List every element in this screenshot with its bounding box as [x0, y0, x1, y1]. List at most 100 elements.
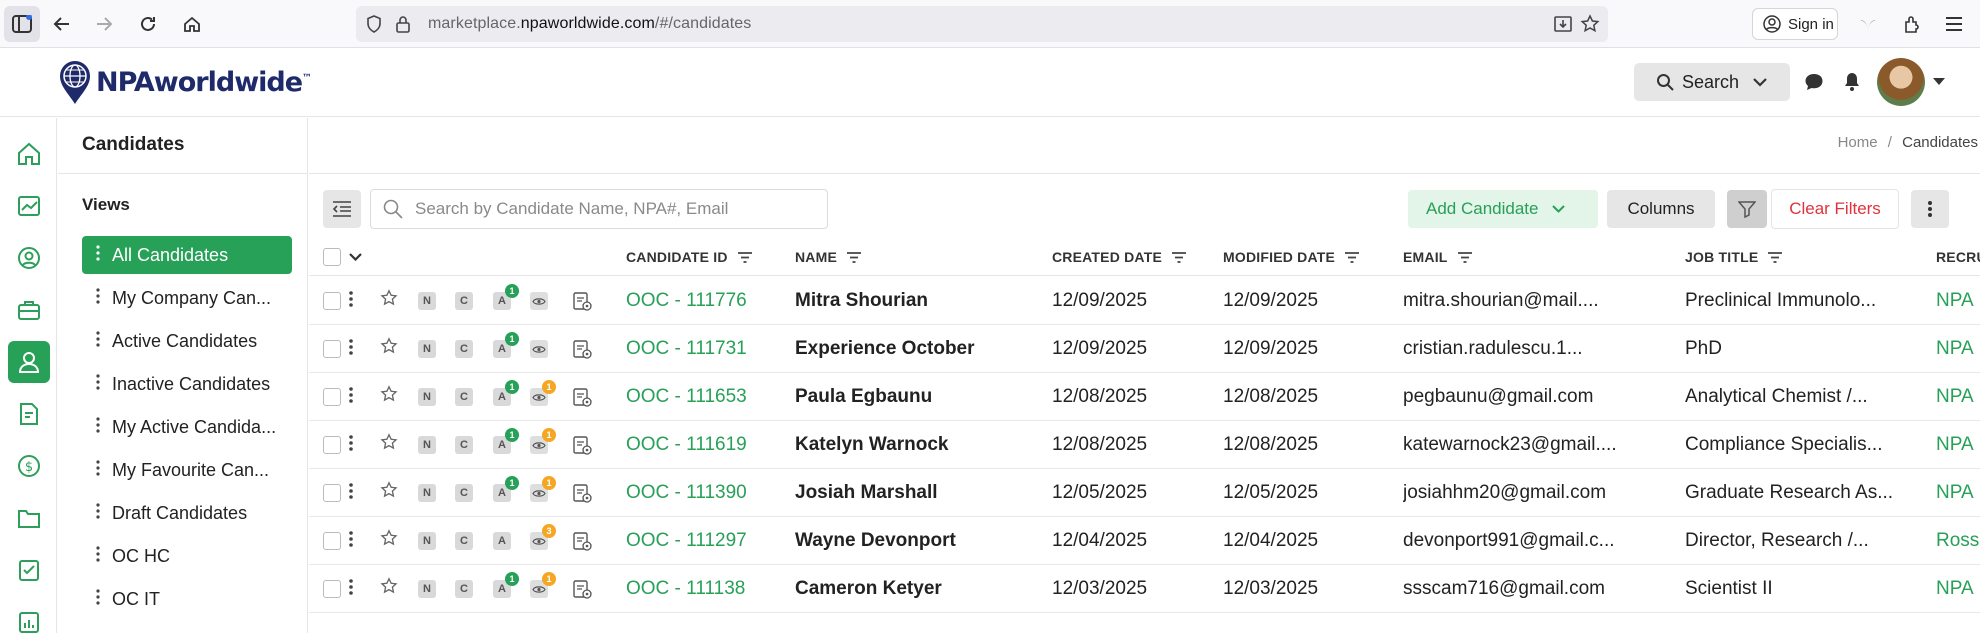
tag-c-badge[interactable]: C	[455, 340, 473, 358]
tag-n-badge[interactable]: N	[418, 340, 436, 358]
tag-a-badge[interactable]: A1	[493, 284, 519, 310]
view-item[interactable]: My Favourite Can...	[82, 451, 292, 489]
rail-candidates-icon[interactable]	[8, 341, 50, 383]
chat-icon[interactable]	[1803, 71, 1825, 93]
signin-button[interactable]: Sign in	[1752, 8, 1838, 40]
candidate-email[interactable]: ssscam716@gmail.com	[1403, 565, 1678, 612]
table-row[interactable]: N C A 1 OOC - 111731 Experience October 12/09/…	[309, 325, 1980, 373]
drag-handle-icon[interactable]	[92, 244, 104, 266]
eye-icon[interactable]	[530, 340, 548, 358]
row-actions-kebab-icon[interactable]	[349, 578, 353, 601]
profile-card-icon[interactable]	[572, 579, 592, 604]
select-all-checkbox[interactable]	[323, 248, 341, 266]
tag-a-badge[interactable]: A1	[493, 332, 519, 358]
eye-icon[interactable]: 1	[530, 476, 556, 502]
lock-icon[interactable]	[396, 15, 410, 38]
candidate-id-link[interactable]: OOC - 111138	[626, 565, 786, 612]
download-icon[interactable]	[1554, 15, 1572, 38]
drag-handle-icon[interactable]	[92, 416, 104, 438]
header-created-date[interactable]: CREATED DATE	[1052, 238, 1186, 276]
candidate-email[interactable]: devonport991@gmail.c...	[1403, 517, 1678, 564]
row-checkbox[interactable]	[323, 388, 341, 406]
table-row[interactable]: N C A 1 1 OOC - 111390 Josiah Marshall 12/05/20…	[309, 469, 1980, 517]
header-name[interactable]: NAME	[795, 238, 862, 276]
tag-n-badge[interactable]: N	[418, 388, 436, 406]
profile-card-icon[interactable]	[572, 387, 592, 412]
row-actions-kebab-icon[interactable]	[349, 386, 353, 409]
view-item[interactable]: Inactive Candidates	[82, 365, 292, 403]
row-actions-kebab-icon[interactable]	[349, 434, 353, 457]
row-checkbox[interactable]	[323, 436, 341, 454]
rail-folder-icon[interactable]	[8, 497, 50, 539]
row-actions-kebab-icon[interactable]	[349, 338, 353, 361]
candidate-id-link[interactable]: OOC - 111731	[626, 325, 786, 372]
rail-jobs-icon[interactable]	[8, 289, 50, 331]
view-item[interactable]: Draft Candidates	[82, 494, 292, 532]
npaworldwide-logo[interactable]: NPAworldwide™	[58, 59, 312, 105]
favourite-star-icon[interactable]	[380, 577, 398, 600]
candidate-name[interactable]: Mitra Shourian	[795, 277, 1045, 324]
back-icon[interactable]	[48, 10, 76, 38]
bookmark-star-icon[interactable]	[1580, 14, 1600, 39]
header-modified-date[interactable]: MODIFIED DATE	[1223, 238, 1360, 276]
rail-dashboard-icon[interactable]	[8, 185, 50, 227]
view-item[interactable]: My Active Candida...	[82, 408, 292, 446]
table-row[interactable]: N C A 1 OOC - 111776 Mitra Shourian 12/09/2025…	[309, 277, 1980, 325]
candidate-id-link[interactable]: OOC - 111619	[626, 421, 786, 468]
candidate-name[interactable]: Experience October	[795, 325, 1045, 372]
eye-icon[interactable]	[530, 292, 548, 310]
drag-handle-icon[interactable]	[92, 588, 104, 610]
candidate-name[interactable]: Wayne Devonport	[795, 517, 1045, 564]
recruiter-name[interactable]: NPA	[1936, 373, 1980, 420]
tag-c-badge[interactable]: C	[455, 292, 473, 310]
view-item[interactable]: My Company Can...	[82, 279, 292, 317]
drag-handle-icon[interactable]	[92, 287, 104, 309]
favourite-star-icon[interactable]	[380, 385, 398, 408]
home-icon[interactable]	[178, 10, 206, 38]
eye-icon[interactable]: 1	[530, 380, 556, 406]
profile-card-icon[interactable]	[572, 435, 592, 460]
toggle-views-panel-button[interactable]	[323, 190, 361, 228]
header-candidate-id[interactable]: CANDIDATE ID	[626, 238, 752, 276]
candidate-name[interactable]: Josiah Marshall	[795, 469, 1045, 516]
tag-c-badge[interactable]: C	[455, 580, 473, 598]
header-job-title[interactable]: JOB TITLE	[1685, 238, 1783, 276]
bulk-chevron-down-icon[interactable]	[349, 238, 362, 276]
row-actions-kebab-icon[interactable]	[349, 482, 353, 505]
view-item[interactable]: OC IT	[82, 580, 292, 618]
candidate-email[interactable]: pegbaunu@gmail.com	[1403, 373, 1678, 420]
candidate-name[interactable]: Katelyn Warnock	[795, 421, 1045, 468]
candidate-id-link[interactable]: OOC - 111390	[626, 469, 786, 516]
candidate-email[interactable]: mitra.shourian@mail....	[1403, 277, 1678, 324]
table-row[interactable]: N C A 1 1 OOC - 111653 Paula Egbaunu 12/08/2025…	[309, 373, 1980, 421]
shield-icon[interactable]	[366, 15, 382, 38]
candidate-email[interactable]: katewarnock23@gmail....	[1403, 421, 1678, 468]
filter-button[interactable]	[1727, 190, 1767, 228]
candidate-name[interactable]: Paula Egbaunu	[795, 373, 1045, 420]
bell-icon[interactable]	[1841, 71, 1863, 93]
recruiter-name[interactable]: NPA	[1936, 469, 1980, 516]
tag-n-badge[interactable]: N	[418, 580, 436, 598]
recruiter-name[interactable]: Ross	[1936, 517, 1980, 564]
reload-icon[interactable]	[134, 10, 162, 38]
favourite-star-icon[interactable]	[380, 337, 398, 360]
profile-card-icon[interactable]	[572, 339, 592, 364]
avatar-chevron-down-icon[interactable]	[1928, 71, 1950, 93]
row-checkbox[interactable]	[323, 340, 341, 358]
favourite-star-icon[interactable]	[380, 433, 398, 456]
profile-card-icon[interactable]	[572, 531, 592, 556]
url-bar[interactable]: marketplace.npaworldwide.com/#/candidate…	[356, 6, 1608, 42]
recruiter-name[interactable]: NPA	[1936, 325, 1980, 372]
drag-handle-icon[interactable]	[92, 459, 104, 481]
table-row[interactable]: N C A 3 OOC - 111297 Wayne Devonport 12/04/202…	[309, 517, 1980, 565]
forward-icon[interactable]	[90, 10, 118, 38]
menu-icon[interactable]	[1940, 10, 1968, 38]
profile-card-icon[interactable]	[572, 483, 592, 508]
rail-contacts-icon[interactable]	[8, 237, 50, 279]
extension-icon[interactable]	[1898, 10, 1926, 38]
drag-handle-icon[interactable]	[92, 502, 104, 524]
tag-c-badge[interactable]: C	[455, 436, 473, 454]
breadcrumb-home[interactable]: Home	[1838, 134, 1878, 151]
candidate-id-link[interactable]: OOC - 111297	[626, 517, 786, 564]
recruiter-name[interactable]: NPA	[1936, 277, 1980, 324]
